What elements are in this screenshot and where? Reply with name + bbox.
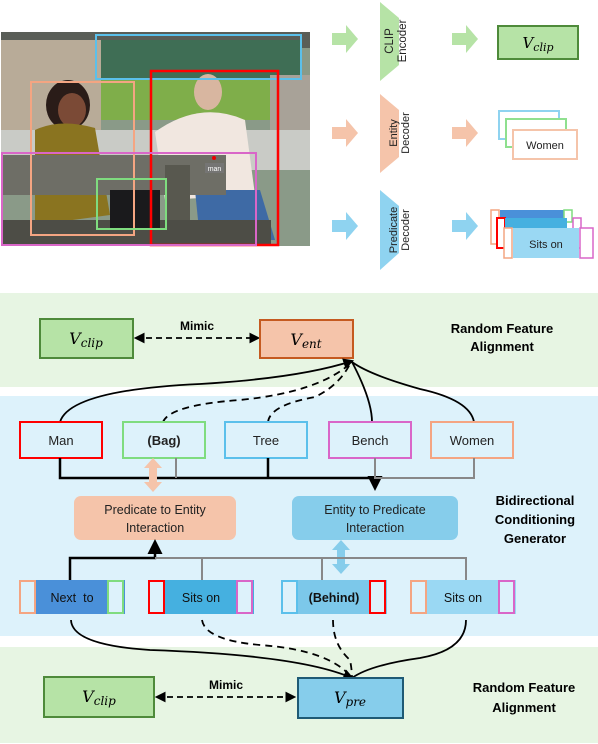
generator-title-3: Generator bbox=[504, 531, 566, 546]
predicate-box: Sits on bbox=[148, 580, 254, 614]
entity-label: Bench bbox=[352, 433, 389, 448]
predicate-label: Sits on bbox=[444, 591, 482, 605]
arrow-from-entity-decoder bbox=[452, 119, 478, 147]
entity-box: Tree bbox=[224, 421, 308, 459]
predicate-box: Sits on bbox=[410, 580, 516, 614]
entity-label: (Bag) bbox=[147, 433, 180, 448]
entity-box: Man bbox=[19, 421, 103, 459]
entity-box: Bench bbox=[328, 421, 412, 459]
clip-encoder-label-2: Encoder bbox=[397, 19, 409, 62]
predicate-label: Sits on bbox=[182, 591, 220, 605]
pre-mimic-label: Mimic bbox=[209, 678, 243, 692]
entity-label: Tree bbox=[253, 433, 279, 448]
e2p-label-1: Entity to Predicate bbox=[324, 503, 425, 517]
predicate-box: Next to bbox=[19, 580, 125, 614]
pre-alignment-title-1: Random Feature bbox=[473, 680, 576, 695]
entity-card-label: Women bbox=[526, 140, 564, 152]
arrow-to-entity-decoder bbox=[332, 119, 358, 147]
ent-alignment-title-2: Alignment bbox=[470, 339, 534, 354]
arrow-from-clip-encoder bbox=[452, 25, 478, 53]
predicate-label: Next to bbox=[50, 591, 93, 605]
predicate-label: (Behind) bbox=[309, 591, 360, 605]
entity-row: Man (Bag) Tree Bench Women bbox=[19, 421, 514, 459]
arrow-to-predicate-decoder bbox=[332, 212, 358, 240]
p2e-label-1: Predicate to Entity bbox=[104, 503, 206, 517]
ent-alignment-title-1: Random Feature bbox=[451, 321, 554, 336]
entity-decoder-label-2: Decoder bbox=[400, 112, 412, 154]
diagram-canvas: man CLIP Encoder Vclip Entity Decoder Wo… bbox=[0, 2, 598, 743]
ent-mimic-label: Mimic bbox=[180, 319, 214, 333]
photo-tag-label: man bbox=[208, 166, 222, 173]
entity-box: Women bbox=[430, 421, 514, 459]
predicate-decoder-label-1: Predicate bbox=[388, 207, 400, 253]
p2e-label-2: Interaction bbox=[126, 521, 184, 535]
clip-encoder-label-1: CLIP bbox=[384, 28, 396, 54]
predicate-decoder-label-2: Decoder bbox=[400, 209, 412, 251]
predicate-card-stack: Sits on bbox=[490, 209, 594, 259]
arrow-from-predicate-decoder bbox=[452, 212, 478, 240]
entity-label: Women bbox=[450, 433, 495, 448]
pre-alignment-title-2: Alignment bbox=[492, 700, 556, 715]
entity-label: Man bbox=[48, 433, 73, 448]
entity-box: (Bag) bbox=[122, 421, 206, 459]
generator-title-2: Conditioning bbox=[495, 512, 575, 527]
generator-title-1: Bidirectional bbox=[496, 493, 575, 508]
predicate-box: (Behind) bbox=[281, 580, 387, 614]
arrow-to-clip-encoder bbox=[332, 25, 358, 53]
entity-card-stack: Women bbox=[498, 110, 578, 160]
e2p-label-2: Interaction bbox=[346, 521, 404, 535]
predicate-card-label: Sits on bbox=[529, 239, 563, 251]
scene-photo bbox=[1, 32, 310, 246]
entity-decoder-label-1: Entity bbox=[388, 119, 400, 147]
